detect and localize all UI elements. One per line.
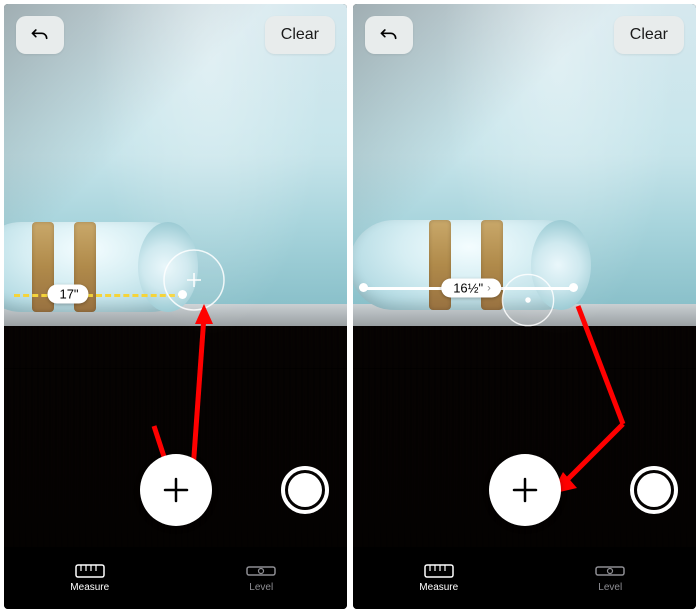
undo-icon — [29, 25, 51, 45]
measurement-value: 16½" — [453, 281, 483, 296]
undo-button[interactable] — [365, 16, 413, 54]
tab-measure[interactable]: Measure — [4, 547, 176, 609]
ruler-icon — [75, 564, 105, 578]
tab-bar: Measure Level — [4, 547, 347, 609]
tab-level-label: Level — [249, 582, 273, 593]
undo-icon — [378, 25, 400, 45]
plus-icon — [161, 475, 191, 505]
level-icon — [595, 564, 625, 578]
tab-level[interactable]: Level — [176, 547, 348, 609]
clear-button[interactable]: Clear — [614, 16, 684, 54]
tab-measure-label: Measure — [419, 582, 458, 593]
tab-bar: Measure Level — [353, 547, 696, 609]
measurement-value: 17" — [59, 287, 78, 302]
shutter-button[interactable] — [630, 466, 678, 514]
reticle-icon — [496, 268, 560, 332]
top-bar: Clear — [365, 16, 684, 54]
level-icon — [246, 564, 276, 578]
tab-level-label: Level — [598, 582, 622, 593]
ar-endpoint-dot — [359, 283, 368, 292]
tab-level[interactable]: Level — [525, 547, 697, 609]
add-point-button[interactable] — [140, 454, 212, 526]
phone-left: 17" Clear — [4, 4, 347, 609]
chevron-right-icon: › — [487, 282, 491, 294]
ruler-icon — [424, 564, 454, 578]
plus-icon — [510, 475, 540, 505]
tab-measure-label: Measure — [70, 582, 109, 593]
ar-endpoint-dot — [569, 283, 578, 292]
shutter-button[interactable] — [281, 466, 329, 514]
clear-button[interactable]: Clear — [265, 16, 335, 54]
measurement-label[interactable]: 16½" › — [441, 279, 501, 298]
controls — [353, 435, 696, 545]
clear-label: Clear — [630, 26, 668, 44]
reticle-icon — [159, 245, 229, 315]
top-bar: Clear — [16, 16, 335, 54]
undo-button[interactable] — [16, 16, 64, 54]
phone-right: 16½" › Clear — [353, 4, 696, 609]
add-point-button[interactable] — [489, 454, 561, 526]
tab-measure[interactable]: Measure — [353, 547, 525, 609]
measurement-label[interactable]: 17" — [47, 285, 88, 304]
controls — [4, 435, 347, 545]
clear-label: Clear — [281, 26, 319, 44]
